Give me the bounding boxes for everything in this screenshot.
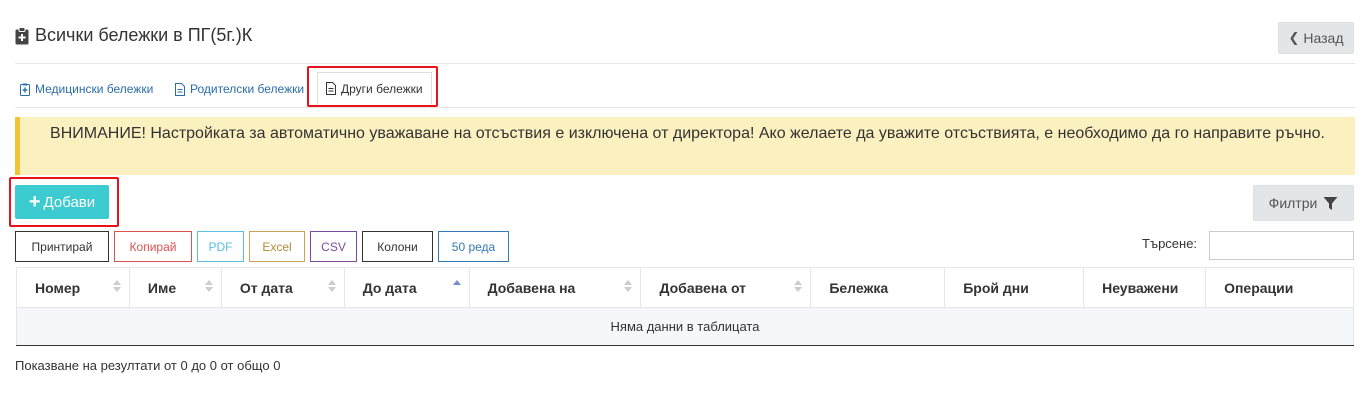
notes-tabs: Медицински бележки Родителски бележки Др… — [15, 70, 1355, 108]
column-header-label: До дата — [362, 279, 417, 296]
column-header-label: Бележка — [829, 279, 889, 296]
clipboard-medical-icon — [15, 26, 29, 45]
table-header-row: Номер Име От дата До дата Добавена на До… — [16, 267, 1354, 308]
column-header-added-on[interactable]: Добавена на — [469, 267, 642, 308]
sort-icon — [112, 280, 121, 292]
columns-button[interactable]: Колони — [362, 231, 433, 262]
back-button-label: Назад — [1303, 30, 1344, 46]
sort-ascending-icon — [452, 280, 461, 292]
add-button-label: Добави — [43, 193, 96, 211]
column-header-to-date[interactable]: До дата — [344, 267, 470, 308]
column-header-name[interactable]: Име — [129, 267, 222, 308]
pdf-button[interactable]: PDF — [197, 231, 244, 262]
absence-warning-alert: ВНИМАНИЕ! Настройката за автоматично ува… — [15, 117, 1355, 175]
column-header-label: Име — [147, 279, 177, 296]
table-info: Показване на резултати от 0 до 0 от общо… — [15, 358, 281, 373]
table-row: Няма данни в таблицата — [16, 307, 1354, 346]
alert-text: ВНИМАНИЕ! Настройката за автоматично ува… — [50, 125, 1325, 142]
header-divider — [15, 63, 1355, 64]
document-icon — [175, 82, 185, 96]
page-length-button[interactable]: 50 реда — [438, 231, 509, 262]
page-title: Всички бележки в ПГ(5г.)К — [15, 25, 252, 46]
column-header-days-count[interactable]: Брой дни — [944, 267, 1085, 308]
tab-other-notes-label: Други бележки — [341, 81, 423, 96]
column-header-label: Добавена от — [659, 279, 746, 296]
tab-medical-notes[interactable]: Медицински бележки — [20, 70, 153, 108]
filter-button[interactable]: Филтри — [1253, 185, 1354, 221]
sort-icon — [327, 280, 336, 292]
column-header-label: Брой дни — [963, 279, 1029, 296]
column-header-label: Операции — [1224, 279, 1294, 296]
column-header-note[interactable]: Бележка — [810, 267, 946, 308]
document-icon — [326, 82, 336, 95]
search-label: Търсене: — [1142, 236, 1198, 251]
notes-table: Номер Име От дата До дата Добавена на До… — [16, 267, 1354, 346]
sort-icon — [624, 280, 633, 292]
sort-icon — [794, 280, 803, 292]
excel-button[interactable]: Excel — [249, 231, 305, 262]
tab-parent-notes-label: Родителски бележки — [190, 82, 305, 96]
export-buttons: Принтирай Копирай PDF Excel CSV Колони 5… — [15, 231, 514, 262]
tab-medical-notes-label: Медицински бележки — [35, 82, 154, 96]
column-header-from-date[interactable]: От дата — [221, 267, 345, 308]
funnel-icon — [1323, 196, 1338, 210]
tab-parent-notes[interactable]: Родителски бележки — [175, 70, 304, 108]
csv-button[interactable]: CSV — [310, 231, 357, 262]
table-empty-message: Няма данни в таблицата — [16, 307, 1354, 346]
column-header-label: От дата — [239, 279, 293, 296]
copy-button[interactable]: Копирай — [114, 231, 192, 262]
plus-icon: + — [28, 191, 41, 213]
column-header-number[interactable]: Номер — [16, 267, 130, 308]
tab-other-notes[interactable]: Други бележки — [317, 72, 432, 105]
page-title-text: Всички бележки в ПГ(5г.)К — [35, 25, 253, 45]
column-header-label: Добавена на — [487, 279, 576, 296]
medical-note-icon — [20, 83, 30, 96]
column-header-added-by[interactable]: Добавена от — [640, 267, 812, 308]
chevron-left-icon: ❮ — [1288, 30, 1300, 45]
add-button[interactable]: + Добави — [15, 185, 109, 219]
print-button[interactable]: Принтирай — [15, 231, 109, 262]
column-header-operations: Операции — [1205, 267, 1354, 308]
filter-button-label: Филтри — [1268, 195, 1318, 211]
search-input[interactable] — [1209, 231, 1354, 260]
column-header-label: Неуважени — [1102, 279, 1179, 296]
column-header-unexcused[interactable]: Неуважени — [1083, 267, 1207, 308]
column-header-label: Номер — [35, 279, 81, 296]
back-button[interactable]: ❮ Назад — [1278, 22, 1354, 54]
sort-icon — [204, 280, 213, 292]
